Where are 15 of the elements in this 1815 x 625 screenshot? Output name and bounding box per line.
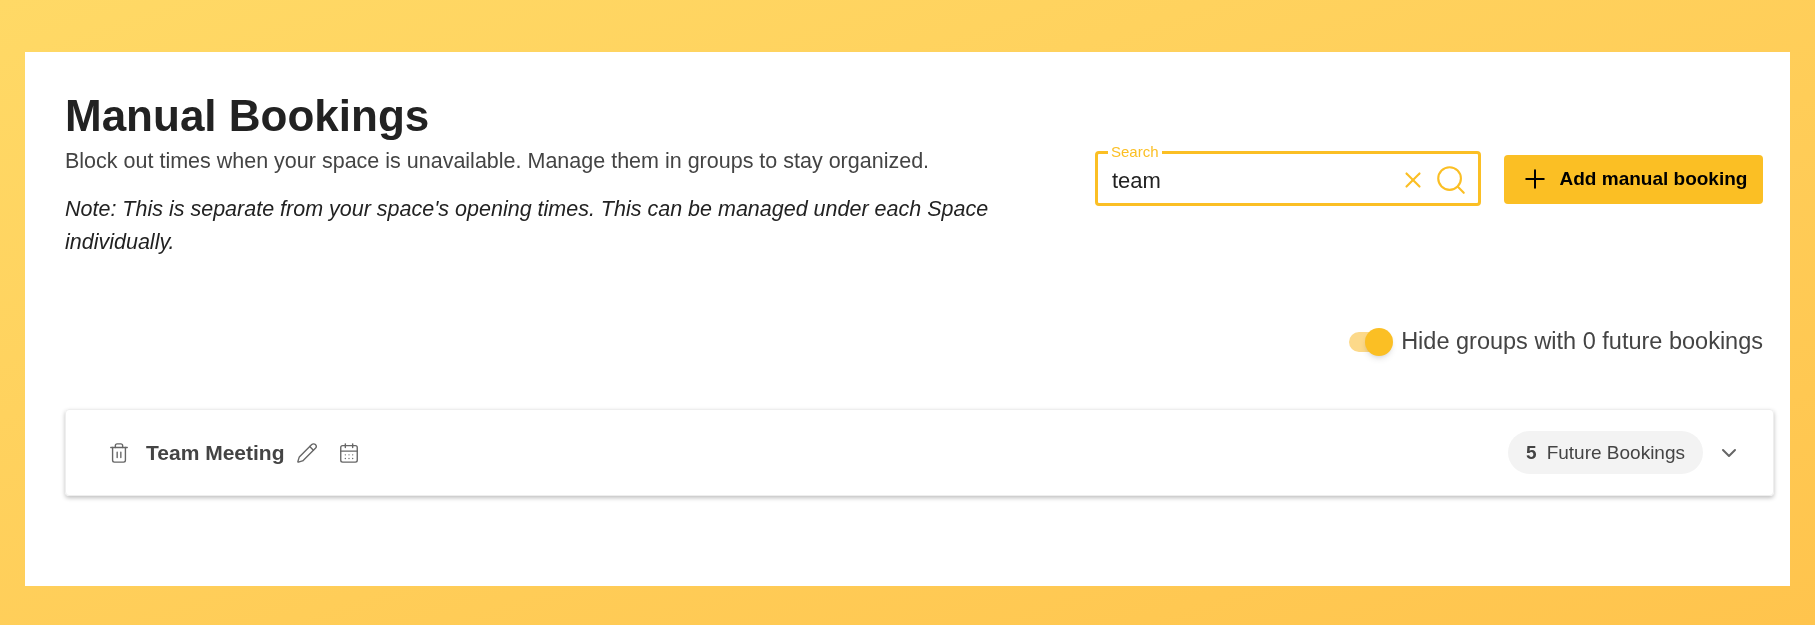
add-booking-button[interactable]: Add manual booking [1504, 154, 1763, 204]
search-input[interactable]: team [1112, 163, 1400, 197]
toggle-label: Hide groups with 0 future bookings [1401, 327, 1763, 356]
pencil-icon[interactable] [296, 441, 319, 464]
search-label: Search [1110, 144, 1160, 160]
bookings-count: 5 [1526, 440, 1537, 465]
booking-group[interactable]: Team Meeting 5 Future Bookings [65, 409, 1774, 497]
calendar-icon[interactable] [338, 441, 361, 464]
page-title: Manual Bookings [65, 90, 431, 142]
trash-icon[interactable] [108, 441, 130, 464]
group-name: Team Meeting [146, 440, 285, 466]
page-note: Note: This is separate from your space's opening times. This can be managed under each Space individually. [65, 196, 990, 257]
search-field[interactable]: Search team [1095, 144, 1481, 206]
page-description: Block out times when your space is unavailable. Manage them in groups to stay organized. [65, 148, 931, 175]
bookings-count-label: Future Bookings [1546, 440, 1685, 465]
